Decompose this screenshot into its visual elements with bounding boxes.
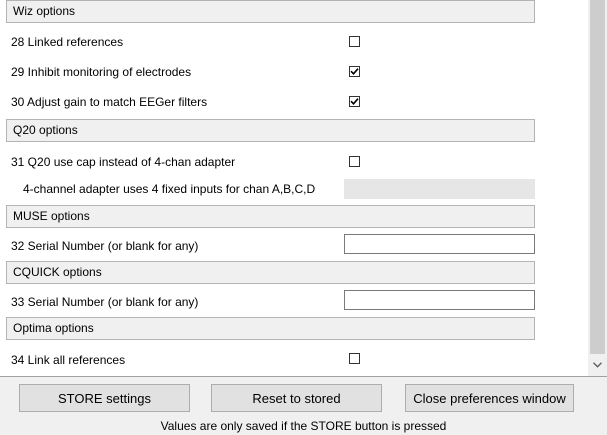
q20-adapter-info-field: [344, 179, 535, 199]
option-28-label: 28 Linked references: [11, 35, 124, 49]
option-31-checkbox[interactable]: [349, 156, 360, 167]
chevron-down-icon[interactable]: [593, 362, 602, 368]
vertical-scrollbar[interactable]: [588, 0, 607, 376]
option-33-label: 33 Serial Number (or blank for any): [11, 295, 199, 309]
reset-to-stored-button[interactable]: Reset to stored: [211, 384, 382, 412]
option-29-label: 29 Inhibit monitoring of electrodes: [11, 65, 192, 79]
option-34-checkbox[interactable]: [349, 353, 360, 364]
checkmark-icon: [350, 98, 359, 105]
option-29-checkbox[interactable]: [349, 66, 360, 77]
close-preferences-button[interactable]: Close preferences window: [405, 384, 574, 412]
section-header-cquick: CQUICK options: [6, 261, 535, 284]
cquick-serial-number-input[interactable]: [344, 290, 535, 310]
checkmark-icon: [350, 68, 359, 75]
option-32-label: 32 Serial Number (or blank for any): [11, 239, 199, 253]
section-header-wiz: Wiz options: [6, 0, 535, 23]
scrollbar-thumb[interactable]: [590, 0, 605, 354]
option-28-checkbox[interactable]: [349, 36, 360, 47]
section-header-optima: Optima options: [6, 317, 535, 340]
store-settings-button[interactable]: STORE settings: [19, 384, 190, 412]
section-header-muse: MUSE options: [6, 205, 535, 228]
divider: [0, 376, 607, 377]
option-30-label: 30 Adjust gain to match EEGer filters: [11, 95, 208, 109]
muse-serial-number-input[interactable]: [344, 234, 535, 254]
footer-note: Values are only saved if the STORE butto…: [160, 419, 447, 433]
q20-adapter-info-label: 4-channel adapter uses 4 fixed inputs fo…: [23, 182, 316, 196]
preferences-scroll-area: Wiz options 28 Linked references 29 Inhi…: [0, 0, 588, 376]
option-34-label: 34 Link all references: [11, 353, 126, 367]
section-header-q20: Q20 options: [6, 119, 535, 142]
option-30-checkbox[interactable]: [349, 96, 360, 107]
option-31-label: 31 Q20 use cap instead of 4-chan adapter: [11, 155, 236, 169]
